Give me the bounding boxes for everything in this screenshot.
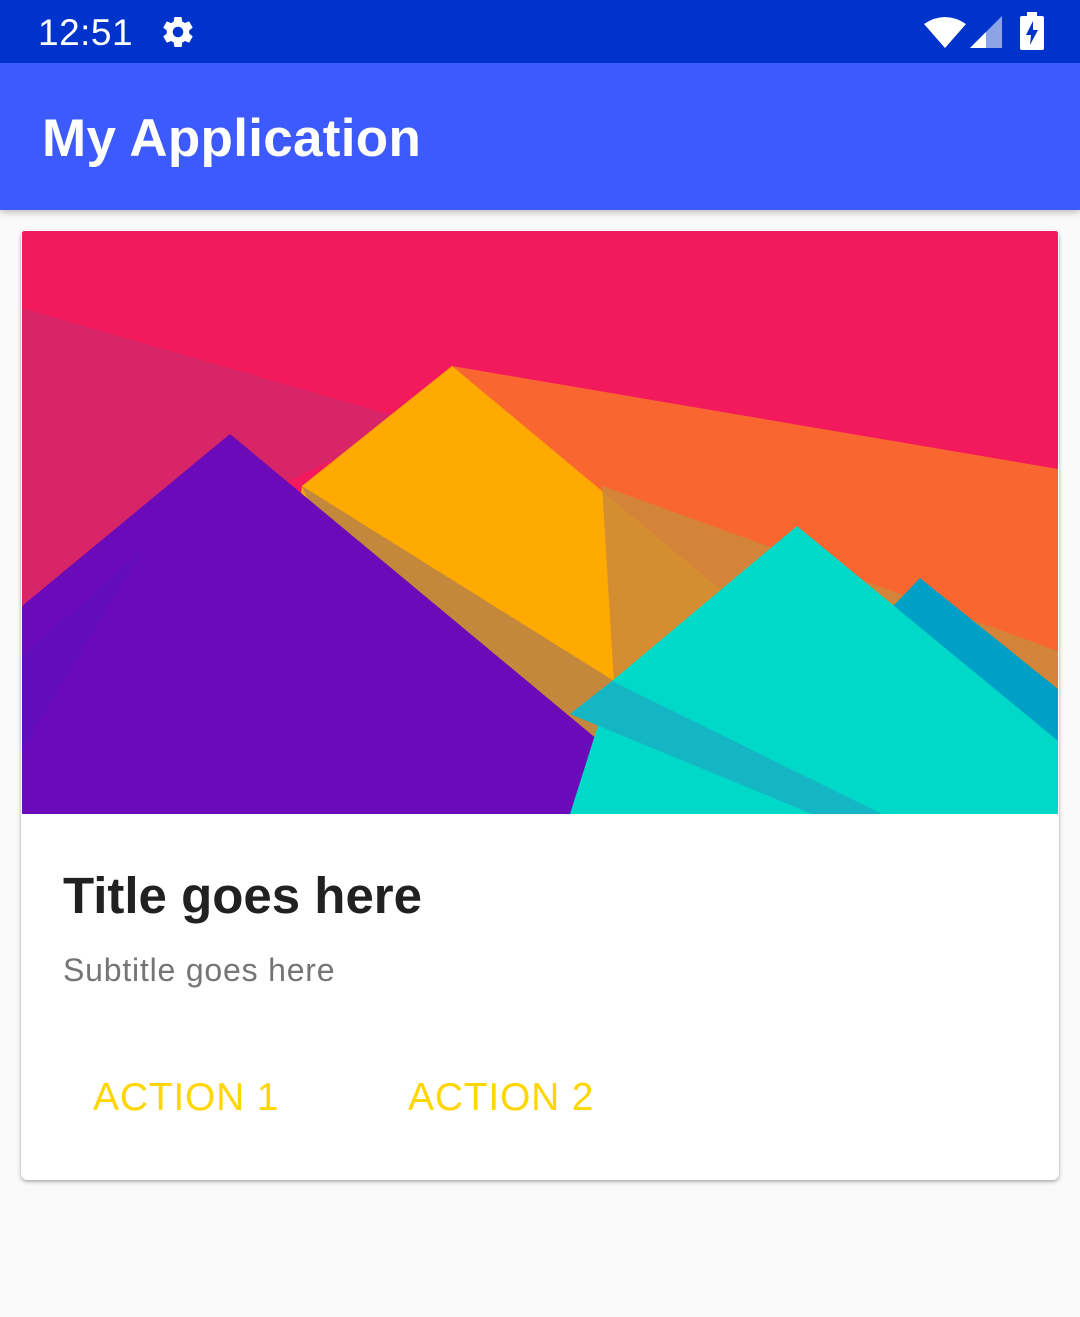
app-bar: My Application (0, 63, 1080, 210)
card-title: Title goes here (63, 867, 423, 924)
gear-icon (163, 17, 193, 48)
app-title: My Application (42, 109, 422, 168)
action-1-button[interactable]: ACTION 1 (63, 1058, 309, 1138)
status-time: 12:51 (38, 12, 134, 53)
card-media-image (22, 231, 1058, 814)
battery-charging-icon (1020, 12, 1044, 50)
cell-signal-icon (970, 16, 1002, 48)
wifi-icon (924, 17, 966, 48)
card[interactable]: Title goes here Subtitle goes here ACTIO… (21, 230, 1059, 1180)
status-bar: 12:51 (0, 0, 1080, 63)
card-subtitle: Subtitle goes here (63, 952, 336, 988)
action-2-button[interactable]: ACTION 2 (378, 1058, 624, 1138)
